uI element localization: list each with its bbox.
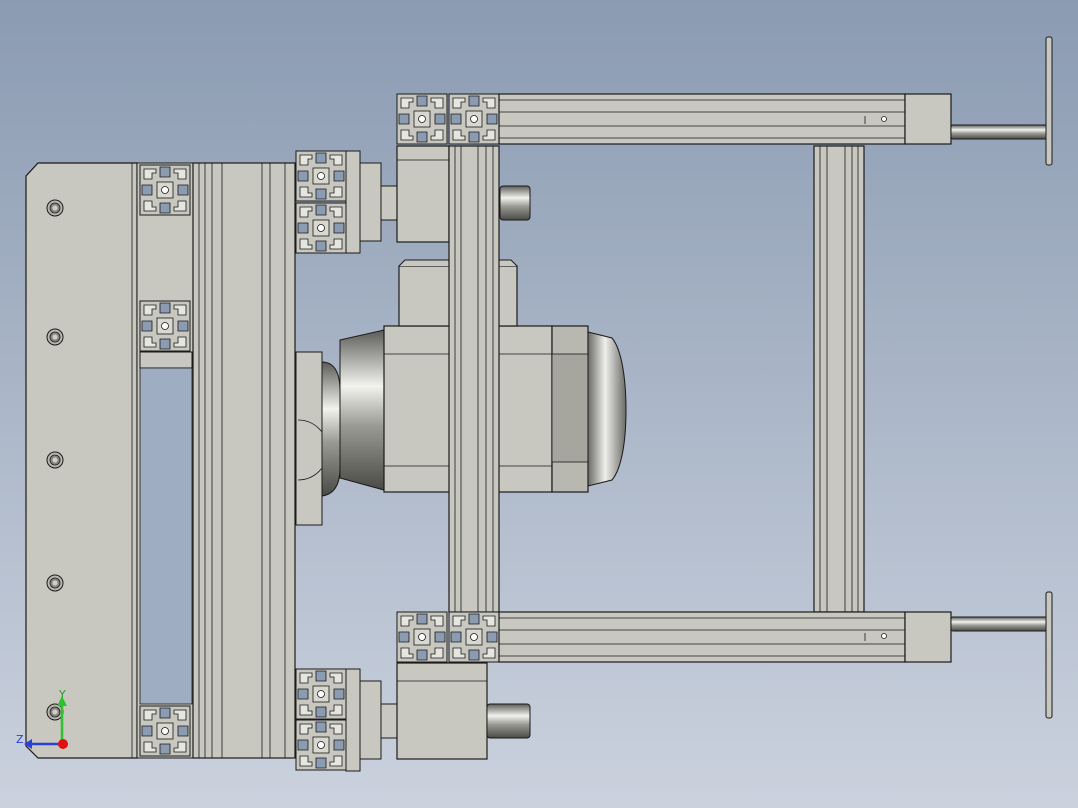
z-axis-label: Z (16, 733, 24, 746)
aluminium-t-slot-profile-icon (448, 93, 500, 145)
aluminium-t-slot-profile-icon (139, 705, 191, 757)
mounting-plate[interactable] (25, 162, 138, 759)
vertical-profile-left[interactable] (192, 162, 296, 759)
bolt-hole-icon (46, 451, 64, 469)
aluminium-t-slot-profile-icon (448, 611, 500, 663)
bolt-hole-icon (46, 574, 64, 592)
aluminium-t-slot-profile-icon (396, 93, 448, 145)
x-axis-dot-icon (58, 739, 68, 749)
vertical-profile-middle[interactable] (448, 145, 500, 613)
pneumatic-cylinder-icon (396, 662, 488, 760)
plate-profiles[interactable] (136, 162, 194, 759)
cad-drawing: Y Z (0, 0, 1078, 808)
aluminium-t-slot-profile-icon (396, 611, 448, 663)
vertical-profile-right[interactable] (813, 145, 865, 613)
aluminium-t-slot-profile-icon (295, 202, 347, 254)
bolt-hole-icon (46, 703, 64, 721)
aluminium-t-slot-profile-icon (139, 164, 191, 216)
aluminium-t-slot-profile-icon (295, 668, 347, 720)
aluminium-t-slot-profile-icon (139, 300, 191, 352)
aluminium-t-slot-profile-icon (295, 719, 347, 771)
y-axis-label: Y (58, 688, 66, 701)
aluminium-t-slot-profile-icon (295, 150, 347, 202)
cad-viewport[interactable]: Y Z (0, 0, 1078, 808)
bolt-hole-icon (46, 199, 64, 217)
bolt-hole-icon (46, 328, 64, 346)
